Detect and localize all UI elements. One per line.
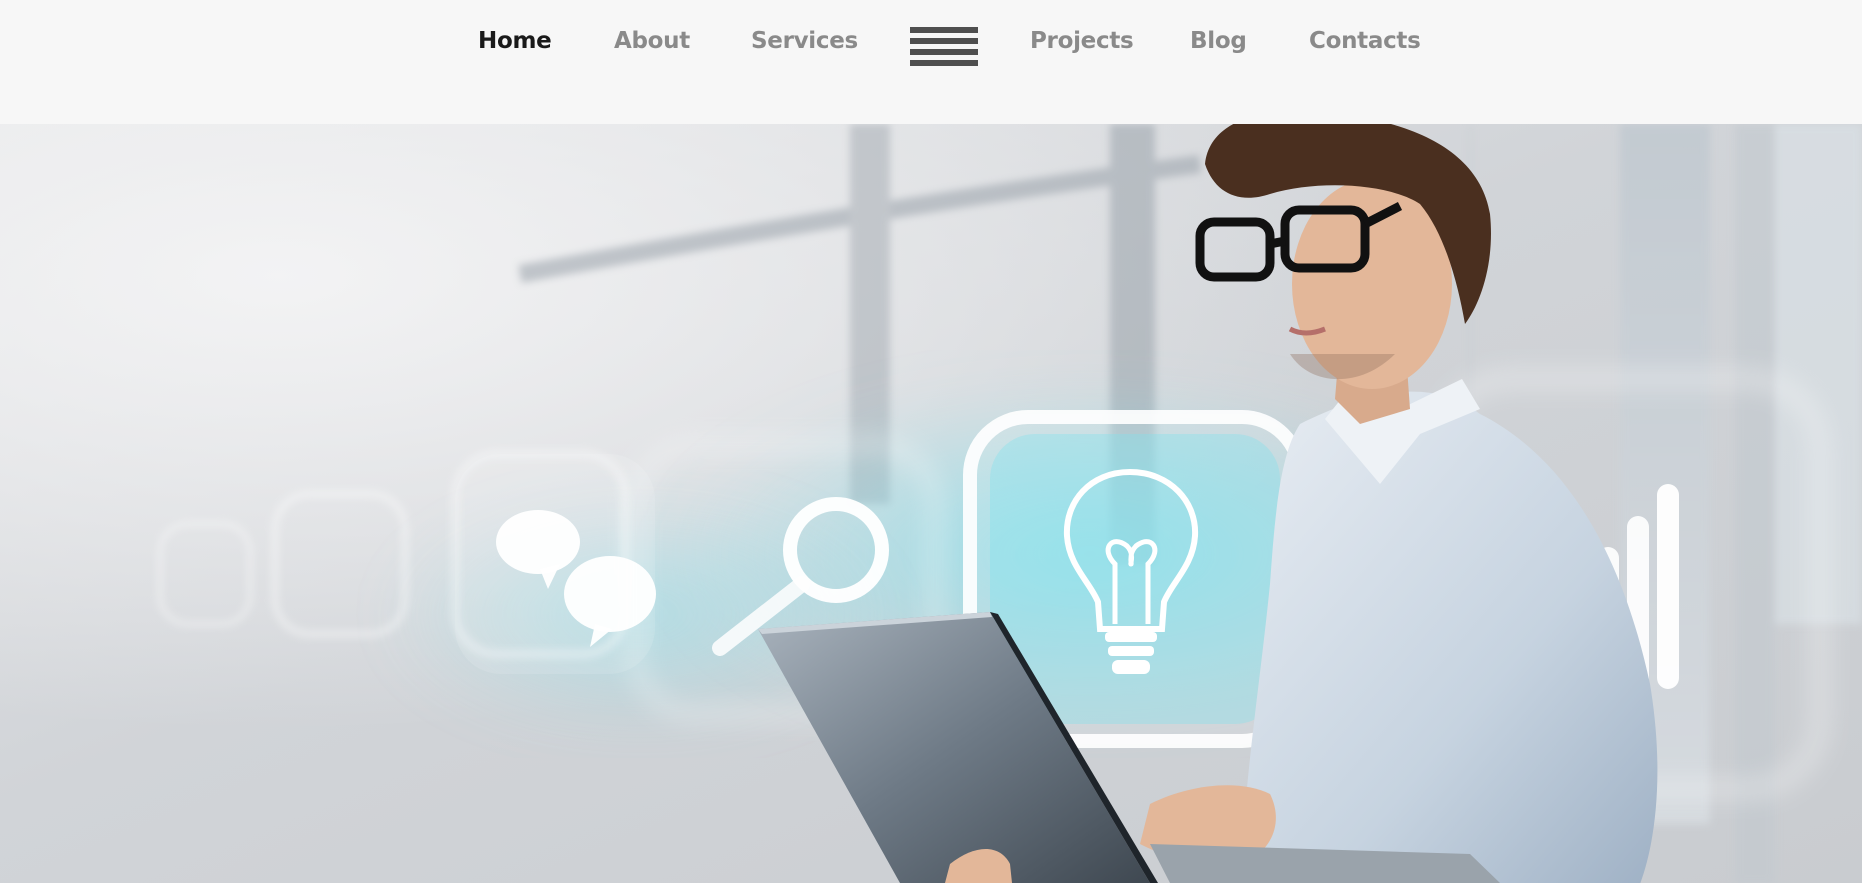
hero-banner	[0, 124, 1862, 883]
hamburger-menu-icon[interactable]	[910, 27, 978, 67]
nav-projects-link[interactable]: Projects	[1030, 28, 1134, 54]
site-header: Home About Services Projects Blog Contac…	[0, 0, 1862, 124]
nav-blog-link[interactable]: Blog	[1190, 28, 1247, 54]
chat-bubbles-icon	[455, 454, 656, 674]
main-nav: Home About Services Projects Blog Contac…	[0, 0, 1862, 90]
nav-services-link[interactable]: Services	[751, 28, 858, 54]
nav-home-link[interactable]: Home	[478, 28, 552, 54]
nav-about-link[interactable]: About	[614, 28, 690, 54]
nav-contacts-link[interactable]: Contacts	[1309, 28, 1421, 54]
hero-image	[0, 124, 1862, 883]
